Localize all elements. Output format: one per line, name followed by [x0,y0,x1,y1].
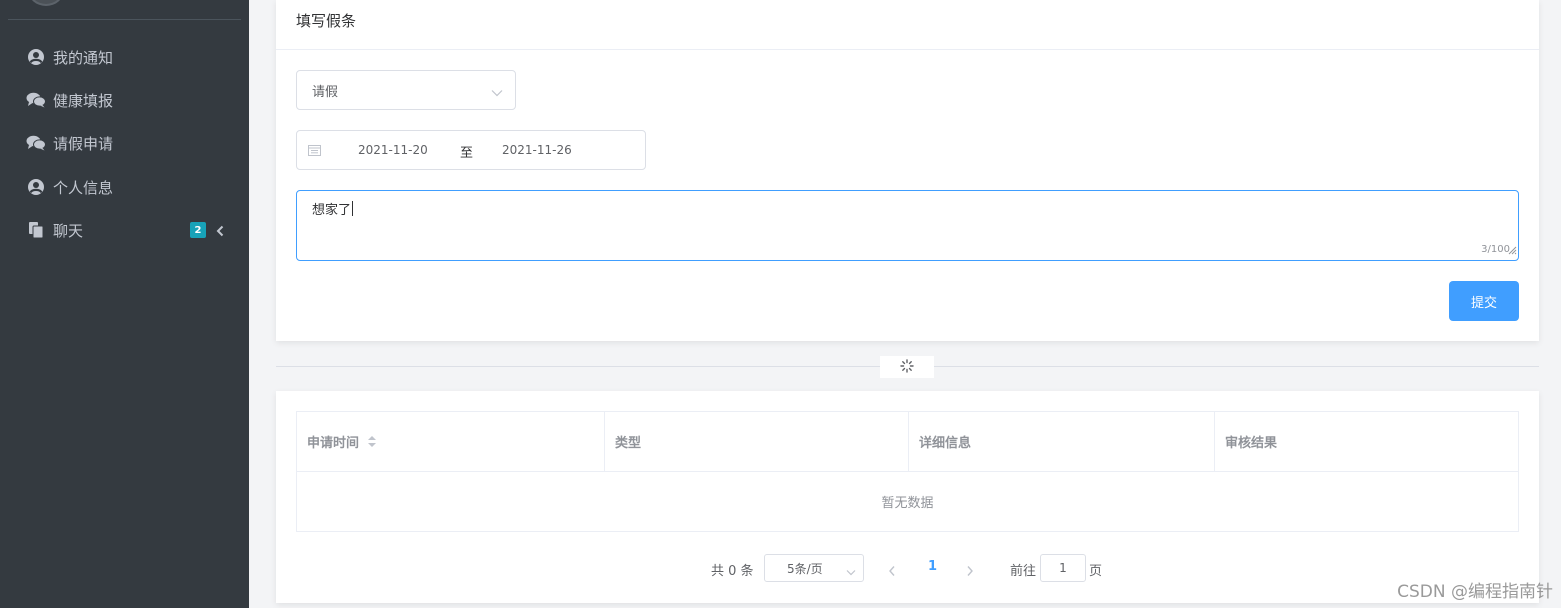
sidebar-item-label: 健康填报 [53,91,114,110]
notification-badge: 2 [190,222,206,238]
loading-indicator [880,356,934,378]
sidebar-item-health-report[interactable]: 健康填报 [26,86,236,114]
pagination-total: 共 0 条 [711,564,754,579]
prev-page-button[interactable] [888,562,896,581]
card-header-divider [276,49,1539,50]
watermark: CSDN @编程指南针 [1397,582,1553,602]
resize-handle-icon[interactable] [1508,244,1517,259]
sidebar-item-label: 聊天 [53,221,84,240]
column-header-apply-time[interactable]: 申请时间 [297,412,604,471]
chevron-down-icon [846,565,856,579]
user-circle-icon [26,48,46,66]
reason-textarea[interactable]: 想家了 3/100 [296,190,1519,261]
page-number-1[interactable]: 1 [928,559,937,574]
sidebar-item-profile[interactable]: 个人信息 [26,173,236,201]
submit-button[interactable]: 提交 [1449,281,1519,321]
sidebar-item-leave-request[interactable]: 请假申请 [26,129,236,157]
column-header-review-result: 审核结果 [1214,412,1518,471]
table-header: 申请时间 类型 详细信息 审核结果 [297,412,1518,472]
start-date-input[interactable]: 2021-11-20 [358,143,428,157]
records-table: 申请时间 类型 详细信息 审核结果 暂无数据 [296,411,1519,532]
date-range-picker[interactable]: 2021-11-20 至 2021-11-26 [296,130,646,170]
user-circle-icon [26,178,46,196]
avatar[interactable] [28,0,64,6]
sidebar-item-notifications[interactable]: 我的通知 [26,43,236,71]
end-date-input[interactable]: 2021-11-26 [502,143,572,157]
leave-form-card: 填写假条 请假 2021-11-20 至 2021-11-26 想家了 3/10… [276,0,1539,341]
sidebar-item-chat[interactable]: 聊天 2 [26,216,236,244]
column-header-details: 详细信息 [908,412,1214,471]
comments-icon [26,91,46,109]
page-suffix-label: 页 [1089,564,1103,579]
sort-caret-icon[interactable] [367,435,377,448]
page-size-select[interactable]: 5条/页 [764,554,864,582]
goto-page-input[interactable]: 1 [1040,554,1086,582]
card-title: 填写假条 [296,12,357,30]
sidebar-divider [8,19,241,20]
next-page-button[interactable] [966,562,974,581]
copy-icon [26,221,46,239]
text-caret [352,201,354,216]
goto-label: 前往 [1010,564,1037,579]
chevron-left-icon[interactable] [216,223,224,241]
reason-text: 想家了 [312,203,352,218]
sidebar-item-label: 个人信息 [53,178,114,197]
leave-type-select[interactable]: 请假 [296,70,516,110]
sidebar-item-label: 请假申请 [53,134,114,153]
calendar-icon [308,144,321,159]
date-range-separator: 至 [460,146,474,161]
chevron-down-icon [491,86,503,101]
spinner-icon [900,358,914,377]
sidebar: 我的通知 健康填报 请假申请 个人信息 聊天 2 [0,0,249,608]
comments-icon [26,134,46,152]
sidebar-item-label: 我的通知 [53,48,114,67]
records-card: 申请时间 类型 详细信息 审核结果 暂无数据 共 0 条 5条/页 1 前往 1… [276,391,1539,603]
empty-state: 暂无数据 [881,496,934,511]
column-header-type: 类型 [604,412,908,471]
select-value: 请假 [312,84,339,100]
char-counter: 3/100 [1481,244,1510,255]
